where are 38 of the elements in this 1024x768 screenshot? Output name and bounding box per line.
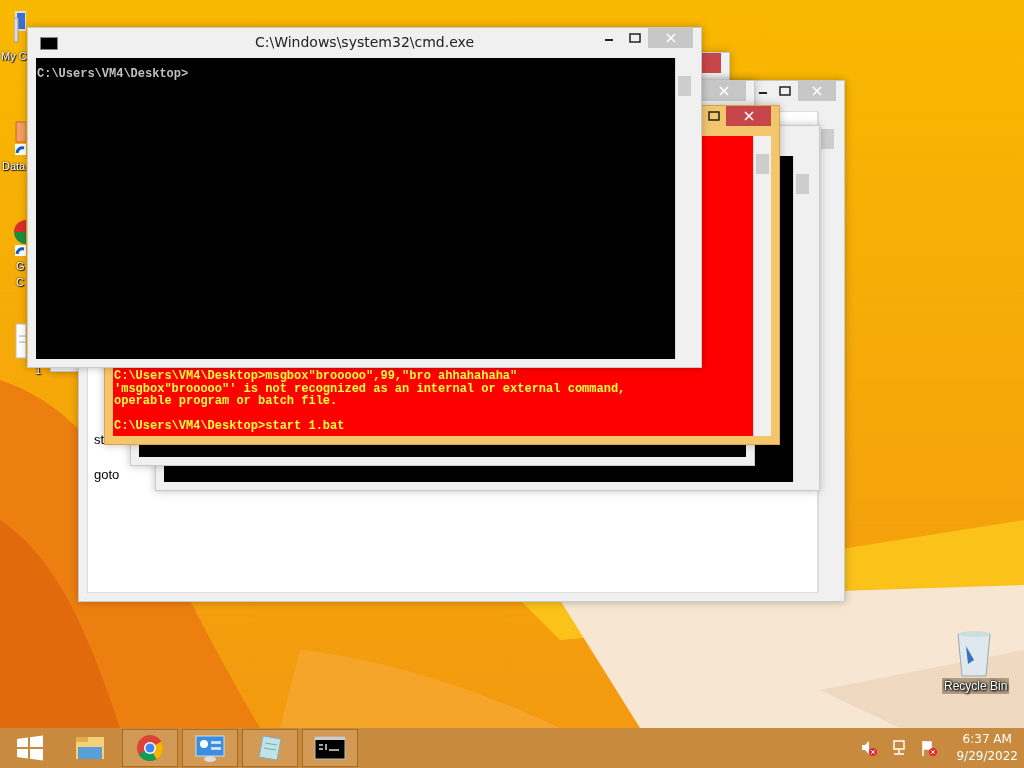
file-icon[interactable] — [14, 322, 26, 362]
icon-label: C — [16, 275, 24, 290]
taskbar-button[interactable] — [302, 729, 358, 767]
console-line: C:\Users\VM4\Desktop>start 1.bat — [114, 420, 346, 433]
maximize-icon — [779, 86, 791, 96]
browser-icon[interactable] — [14, 218, 26, 258]
control-panel-icon — [193, 733, 227, 763]
recycle-bin-icon[interactable] — [954, 630, 994, 678]
shortcut-icon[interactable] — [14, 118, 26, 158]
close-button[interactable] — [701, 81, 746, 101]
console-icon — [314, 736, 346, 760]
icon-label: Data — [2, 159, 26, 174]
maximize-icon — [708, 111, 720, 121]
icon-label: G — [16, 259, 25, 274]
browser-icon — [135, 733, 165, 763]
text-line: goto — [94, 467, 121, 484]
window-title: C:\Windows\system32\cmd.exe — [254, 34, 475, 50]
notepad-icon — [255, 733, 285, 763]
scrollbar[interactable] — [753, 136, 771, 436]
console-line: operable program or batch file. — [114, 395, 338, 408]
console-icon — [40, 37, 58, 50]
text-line: st — [94, 432, 106, 449]
close-icon — [742, 111, 755, 121]
muted-speaker-icon[interactable] — [860, 739, 879, 757]
console-line: C:\Users\VM4\Desktop> — [37, 68, 190, 81]
clock-time[interactable]: 6:37 AM — [962, 731, 1012, 748]
close-icon — [664, 33, 677, 43]
close-button[interactable] — [726, 106, 771, 126]
windows-logo-icon — [15, 733, 45, 763]
icon-label: My C — [1, 49, 27, 64]
clock-date[interactable]: 9/29/2022 — [956, 748, 1018, 765]
maximize-icon — [629, 33, 641, 43]
close-icon — [717, 86, 730, 96]
console-line: C:\Users\VM4\Desktop>msgbox"brooooo",99,"bro ahhahahaha" — [114, 370, 519, 383]
flag-icon[interactable] — [920, 739, 939, 757]
console-line: 'msgbox"brooooo"' is not recognized as an internal or external command, — [114, 382, 627, 395]
close-icon — [811, 86, 823, 96]
icon-label: Recycle Bin — [942, 678, 1010, 694]
